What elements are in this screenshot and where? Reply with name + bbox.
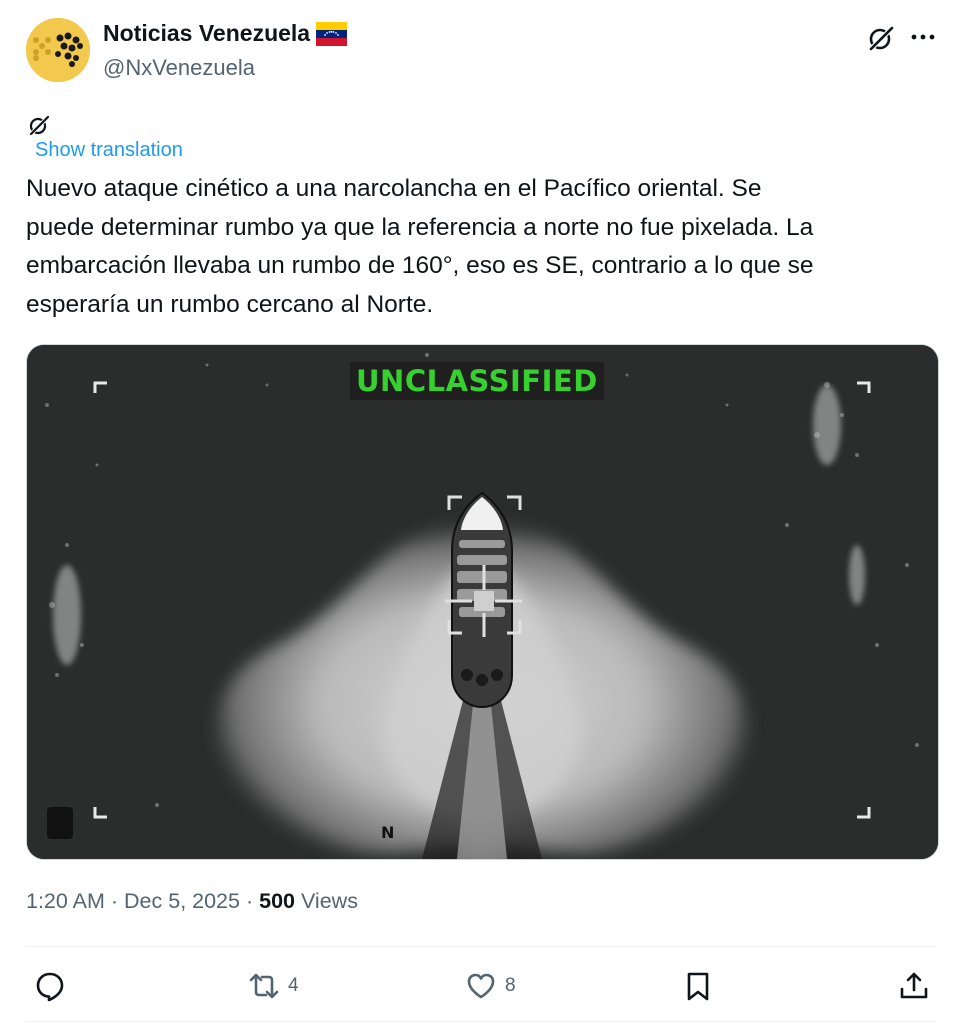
avatar-logo-icon (26, 18, 90, 82)
tweet: Noticias Venezuela @NxVenezuela Show tra… (0, 0, 964, 1024)
share-icon (900, 972, 928, 999)
tweet-time[interactable]: 1:20 AM (26, 889, 105, 913)
divider (26, 946, 937, 947)
reply-icon (36, 972, 64, 1002)
divider (26, 1021, 937, 1022)
bookmark-icon (687, 972, 709, 1001)
media-image[interactable] (26, 344, 939, 860)
reply-button[interactable] (34, 966, 66, 1006)
boat-strike-image (27, 345, 938, 859)
meta-separator: · (110, 889, 119, 913)
translate-grok-icon (29, 115, 50, 136)
author-name-text: Noticias Venezuela (103, 20, 311, 46)
author-handle[interactable]: @NxVenezuela (103, 55, 255, 81)
like-count: 8 (505, 975, 516, 996)
show-translation-link[interactable]: Show translation (35, 139, 183, 162)
tweet-meta: 1:20 AM · Dec 5, 2025 · 500 Views (26, 889, 358, 914)
bookmark-button[interactable] (682, 966, 714, 1006)
retweet-count: 4 (288, 975, 299, 996)
venezuela-flag-icon (316, 21, 348, 46)
avatar[interactable] (26, 18, 90, 82)
tweet-text: Nuevo ataque cinético a una narcolancha … (26, 175, 814, 318)
like-button[interactable]: 8 (465, 966, 516, 1006)
views-count: 500 (259, 889, 295, 913)
retweet-button[interactable]: 4 (248, 966, 299, 1006)
grok-icon[interactable] (867, 24, 895, 52)
author-display-name[interactable]: Noticias Venezuela (103, 20, 348, 47)
retweet-icon (249, 973, 279, 999)
unclassified-label: UNCLASSIFIED (350, 362, 604, 400)
north-marker: N (381, 823, 395, 842)
more-options-icon[interactable] (908, 22, 938, 52)
share-button[interactable] (898, 966, 930, 1006)
meta-separator: · (245, 889, 254, 913)
heart-icon (467, 973, 495, 999)
views-label: Views (300, 889, 358, 913)
tweet-date[interactable]: Dec 5, 2025 (124, 889, 240, 913)
